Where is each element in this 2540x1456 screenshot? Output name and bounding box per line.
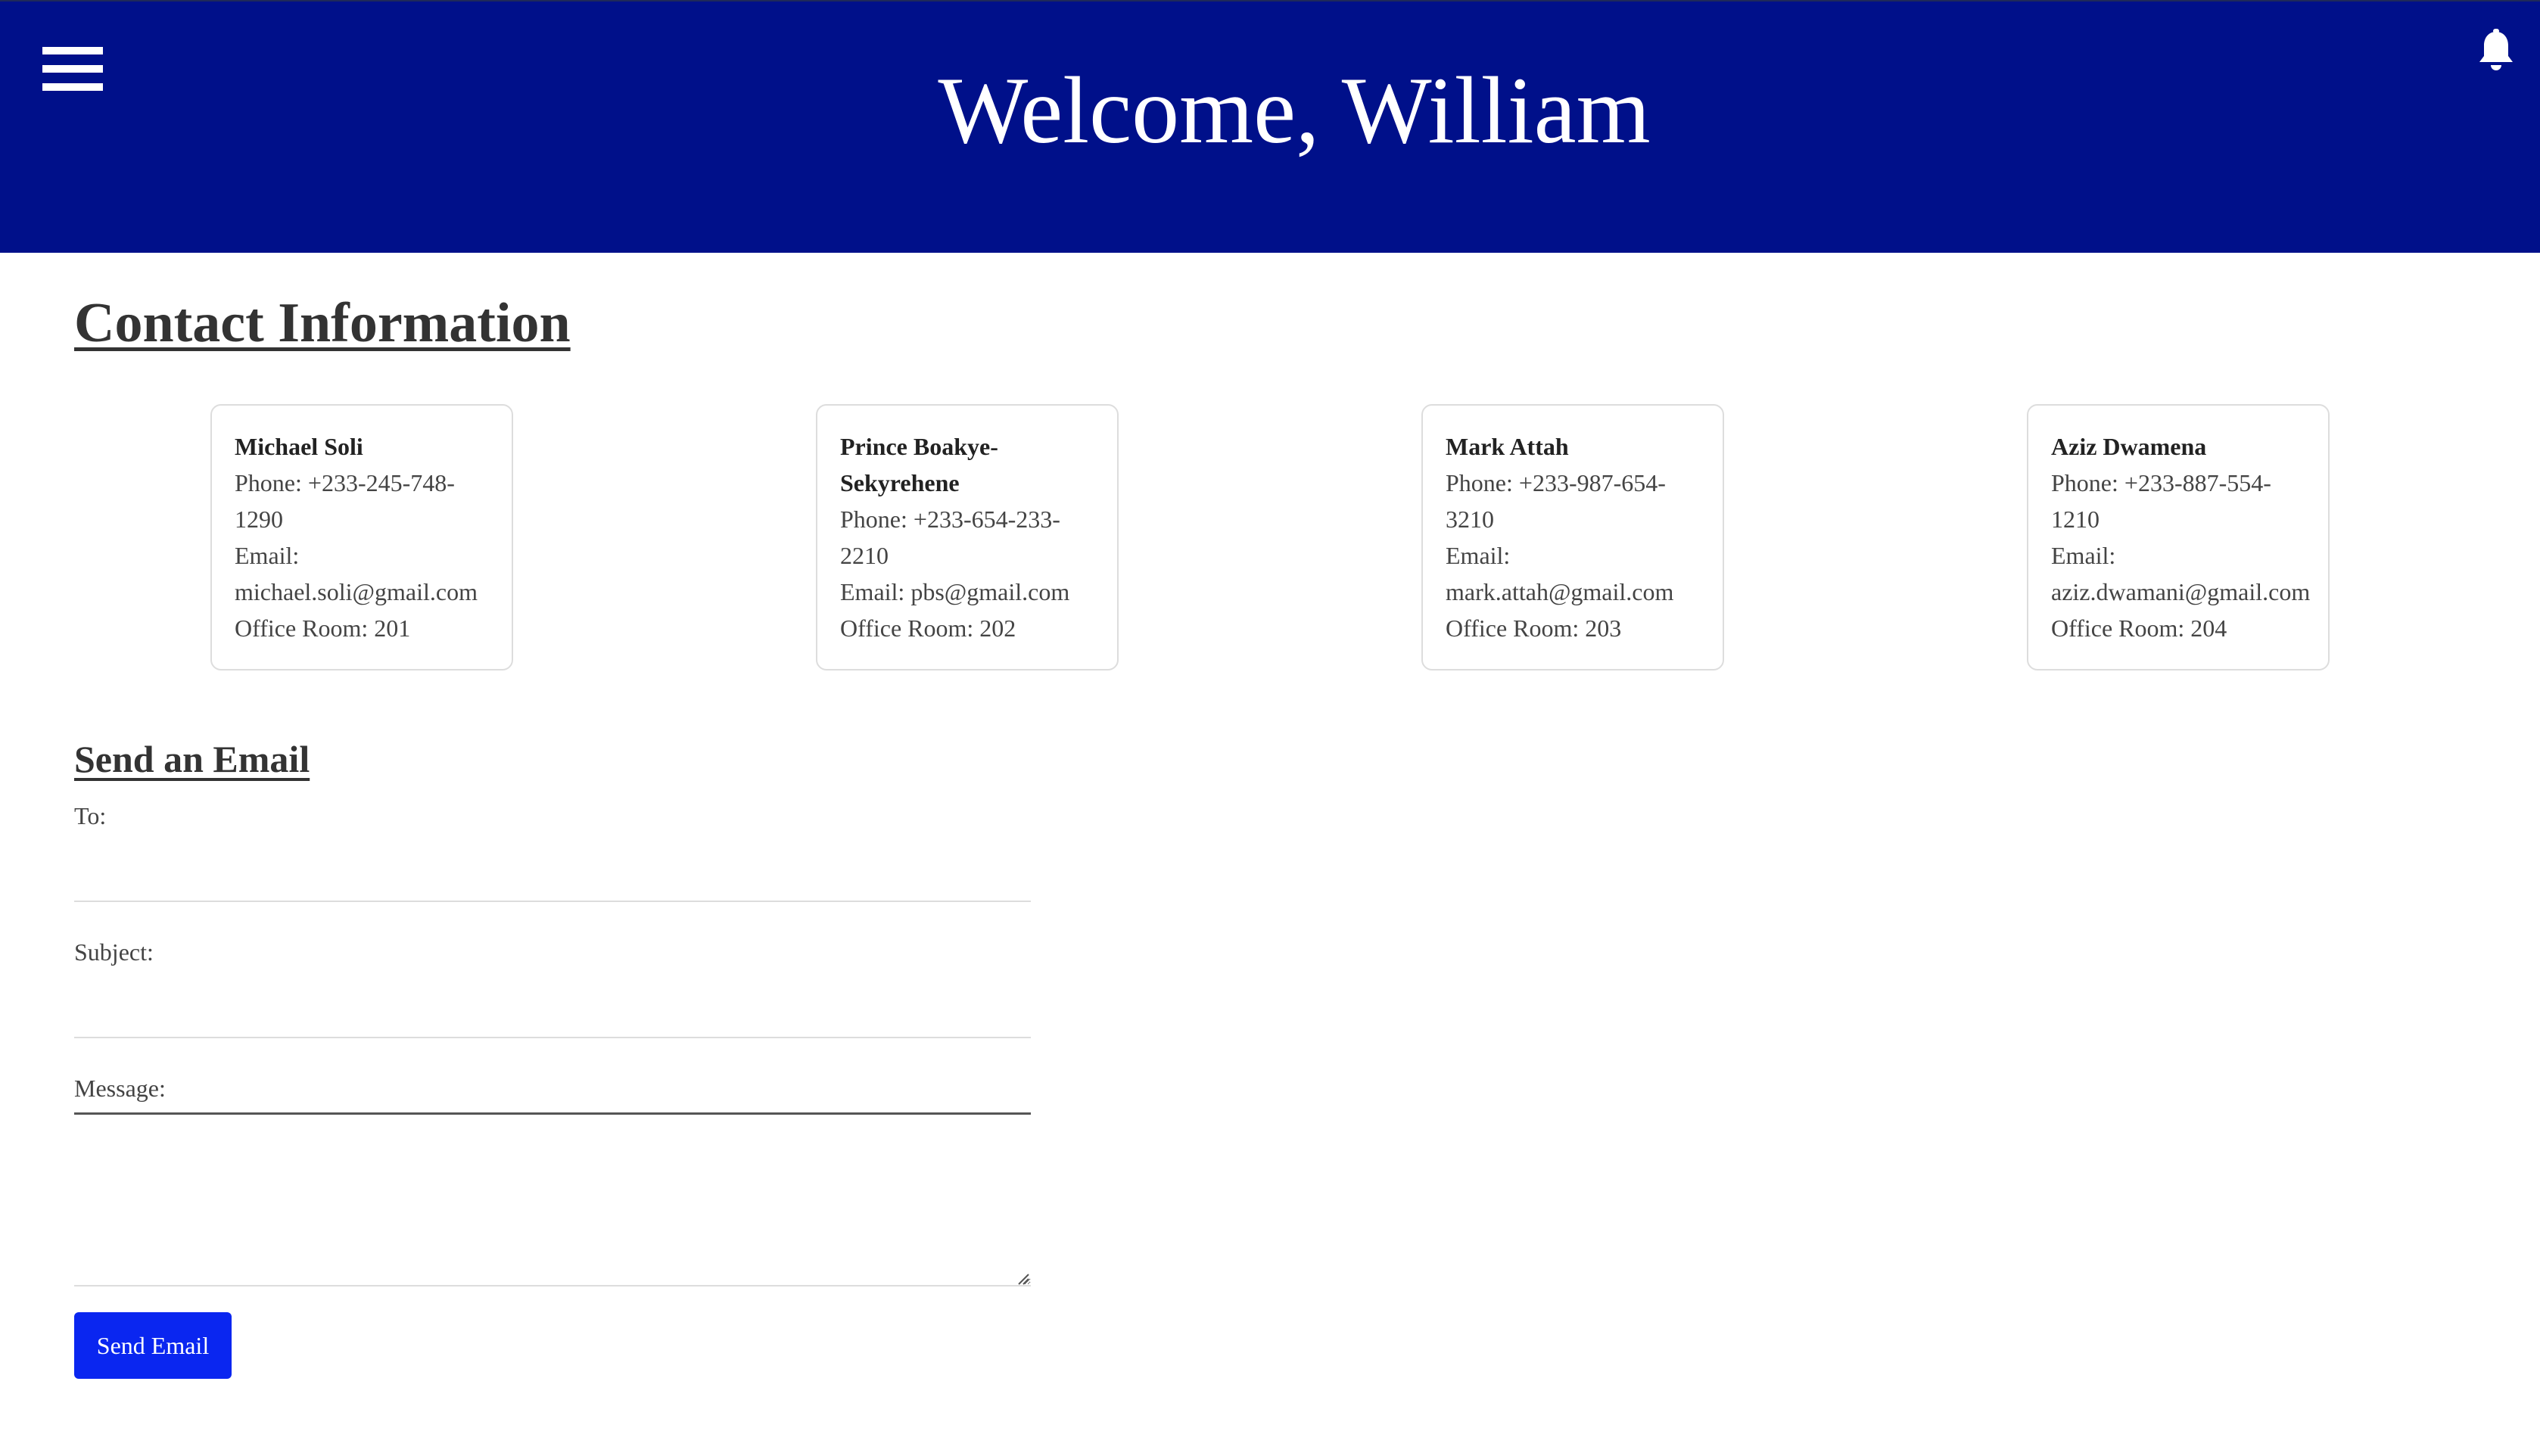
menu-bar [42,47,103,54]
contact-information-title: Contact Information [74,292,571,354]
send-email-button[interactable]: Send Email [74,1312,232,1379]
contact-card: Prince Boakye-Sekyrehene Phone: +233-654… [816,404,1119,670]
message-label: Message: [74,1075,166,1102]
message-textarea[interactable] [74,1115,1031,1286]
contact-email: Email: aziz.dwamani@gmail.com [2051,542,2311,605]
subject-input[interactable] [74,993,1031,1038]
contact-name: Aziz Dwamena [2051,433,2207,460]
contact-office: Office Room: 204 [2051,614,2227,642]
contact-phone: Phone: +233-245-748-1290 [235,469,455,533]
contact-office: Office Room: 202 [840,614,1016,642]
contact-office: Office Room: 203 [1446,614,1622,642]
page-header: Welcome, William [0,0,2540,253]
contact-name: Mark Attah [1446,433,1569,460]
contact-card: Mark Attah Phone: +233-987-654-3210 Emai… [1421,404,1724,670]
contact-name: Michael Soli [235,433,363,460]
to-input[interactable] [74,857,1031,902]
resize-handle-icon[interactable] [1014,1270,1029,1285]
contact-email: Email: michael.soli@gmail.com [235,542,478,605]
contact-email: Email: mark.attah@gmail.com [1446,542,1674,605]
contact-phone: Phone: +233-887-554-1210 [2051,469,2271,533]
contact-phone: Phone: +233-654-233-2210 [840,506,1060,569]
bell-icon[interactable] [2476,29,2516,73]
contact-card: Michael Soli Phone: +233-245-748-1290 Em… [210,404,513,670]
to-label: To: [74,802,107,829]
subject-label: Subject: [74,938,154,966]
send-email-title: Send an Email [74,738,310,780]
contact-phone: Phone: +233-987-654-3210 [1446,469,1666,533]
contact-email: Email: pbs@gmail.com [840,578,1070,605]
contact-name: Prince Boakye-Sekyrehene [840,433,998,496]
message-divider [74,1112,1031,1115]
welcome-heading: Welcome, William [938,58,1651,163]
contact-office: Office Room: 201 [235,614,411,642]
contact-card: Aziz Dwamena Phone: +233-887-554-1210 Em… [2027,404,2330,670]
